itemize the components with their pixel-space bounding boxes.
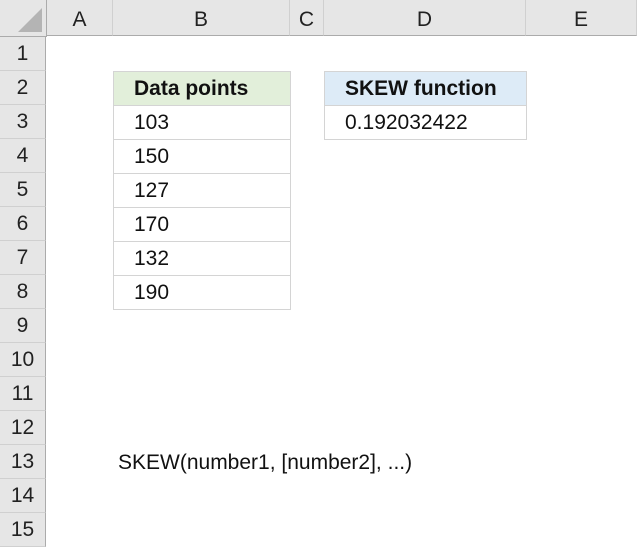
cell-b5[interactable]: 127 (113, 174, 291, 208)
row-header-9[interactable]: 9 (0, 309, 46, 343)
row-header-8[interactable]: 8 (0, 275, 46, 309)
row-header-4[interactable]: 4 (0, 139, 46, 173)
cell-b6[interactable]: 170 (113, 208, 291, 242)
cell-b7[interactable]: 132 (113, 242, 291, 276)
row-header-3[interactable]: 3 (0, 105, 46, 139)
row-header-1[interactable]: 1 (0, 37, 46, 71)
column-header-b[interactable]: B (113, 0, 290, 36)
cell-b13-syntax[interactable]: SKEW(number1, [number2], ...) (118, 446, 412, 480)
row-header-11[interactable]: 11 (0, 377, 46, 411)
column-header-d[interactable]: D (324, 0, 526, 36)
cell-b2-data-points-header[interactable]: Data points (113, 71, 291, 106)
select-all-corner[interactable] (0, 0, 47, 37)
row-header-15[interactable]: 15 (0, 513, 46, 547)
row-header-7[interactable]: 7 (0, 241, 46, 275)
row-header-12[interactable]: 12 (0, 411, 46, 445)
cell-b4[interactable]: 150 (113, 140, 291, 174)
row-header-10[interactable]: 10 (0, 343, 46, 377)
cell-d3-skew-result[interactable]: 0.192032422 (324, 106, 527, 140)
column-header-e[interactable]: E (526, 0, 637, 36)
row-header-2[interactable]: 2 (0, 71, 46, 105)
row-header-5[interactable]: 5 (0, 173, 46, 207)
cell-b3[interactable]: 103 (113, 106, 291, 140)
cell-d2-skew-header[interactable]: SKEW function (324, 71, 527, 106)
column-header-a[interactable]: A (47, 0, 113, 36)
row-header-6[interactable]: 6 (0, 207, 46, 241)
cell-b8[interactable]: 190 (113, 276, 291, 310)
row-header-13[interactable]: 13 (0, 445, 46, 479)
row-header-14[interactable]: 14 (0, 479, 46, 513)
select-all-triangle-icon (18, 8, 42, 32)
column-header-c[interactable]: C (290, 0, 324, 36)
